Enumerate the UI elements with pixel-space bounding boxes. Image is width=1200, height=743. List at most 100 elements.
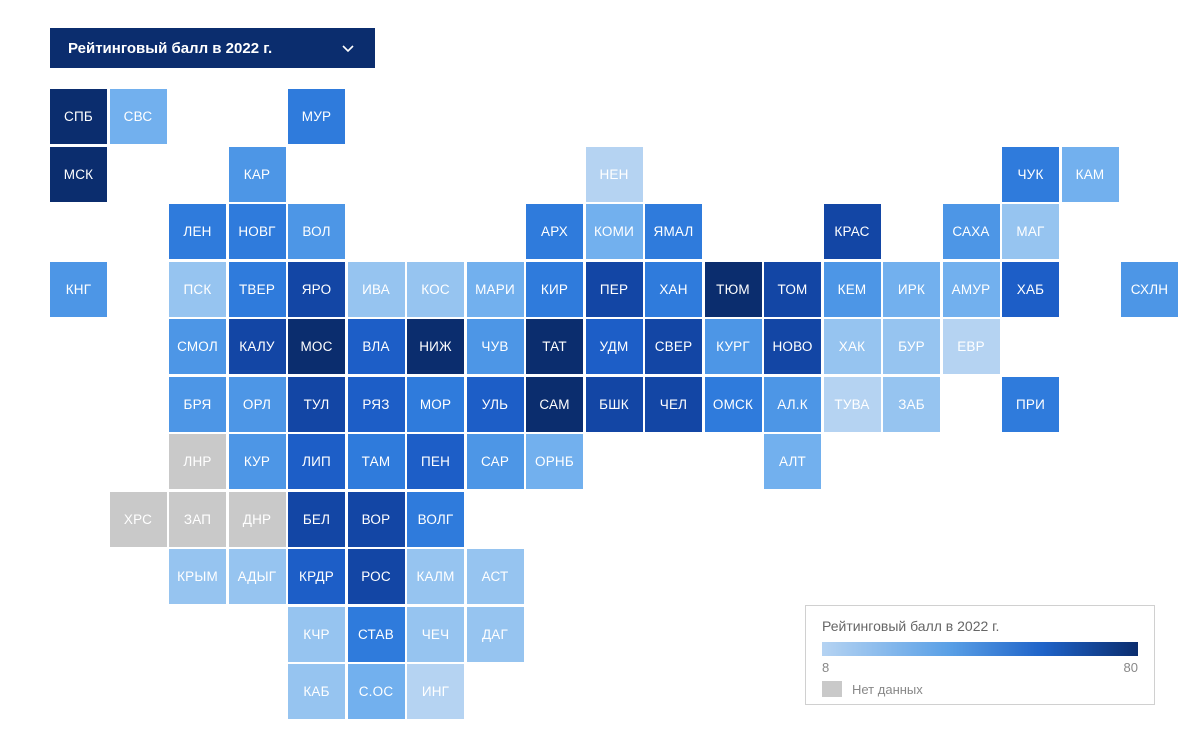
region-cell-МСК[interactable]: МСК	[50, 147, 107, 202]
region-cell-ЯРО[interactable]: ЯРО	[288, 262, 345, 317]
region-cell-НИЖ[interactable]: НИЖ	[407, 319, 464, 374]
region-cell-БУР[interactable]: БУР	[883, 319, 940, 374]
region-cell-СХЛН[interactable]: СХЛН	[1121, 262, 1178, 317]
region-cell-АДЫГ[interactable]: АДЫГ	[229, 549, 286, 604]
region-cell-ЧЕЧ[interactable]: ЧЕЧ	[407, 607, 464, 662]
region-cell-ЗАБ[interactable]: ЗАБ	[883, 377, 940, 432]
region-cell-КЧР[interactable]: КЧР	[288, 607, 345, 662]
region-cell-ТЮМ[interactable]: ТЮМ	[705, 262, 762, 317]
region-cell-КОС[interactable]: КОС	[407, 262, 464, 317]
region-cell-АЛ.К[interactable]: АЛ.К	[764, 377, 821, 432]
region-cell-ЧУВ[interactable]: ЧУВ	[467, 319, 524, 374]
legend-max: 80	[1124, 660, 1138, 675]
region-cell-ЧУК[interactable]: ЧУК	[1002, 147, 1059, 202]
chevron-down-icon	[339, 39, 357, 57]
region-cell-РЯЗ[interactable]: РЯЗ	[348, 377, 405, 432]
region-cell-КАМ[interactable]: КАМ	[1062, 147, 1119, 202]
region-cell-КУРГ[interactable]: КУРГ	[705, 319, 762, 374]
region-cell-ЯМАЛ[interactable]: ЯМАЛ	[645, 204, 702, 259]
region-cell-ХАБ[interactable]: ХАБ	[1002, 262, 1059, 317]
region-cell-ХАК[interactable]: ХАК	[824, 319, 881, 374]
map-canvas: Рейтинговый балл в 2022 г. СПБСВС МУР МСК К…	[0, 0, 1200, 743]
region-cell-УДМ[interactable]: УДМ	[586, 319, 643, 374]
legend-nodata: Нет данных	[822, 681, 1138, 697]
region-cell-ТАТ[interactable]: ТАТ	[526, 319, 583, 374]
metric-dropdown[interactable]: Рейтинговый балл в 2022 г.	[50, 28, 375, 68]
region-cell-ТУЛ[interactable]: ТУЛ	[288, 377, 345, 432]
region-cell-ЛЕН[interactable]: ЛЕН	[169, 204, 226, 259]
region-cell-МАГ[interactable]: МАГ	[1002, 204, 1059, 259]
region-cell-КЕМ[interactable]: КЕМ	[824, 262, 881, 317]
region-cell-КАЛМ[interactable]: КАЛМ	[407, 549, 464, 604]
region-cell-ЗАП[interactable]: ЗАП	[169, 492, 226, 547]
region-cell-ОРЛ[interactable]: ОРЛ	[229, 377, 286, 432]
region-cell-КОМИ[interactable]: КОМИ	[586, 204, 643, 259]
region-cell-ОМСК[interactable]: ОМСК	[705, 377, 762, 432]
region-cell-СМОЛ[interactable]: СМОЛ	[169, 319, 226, 374]
region-cell-ХРС[interactable]: ХРС	[110, 492, 167, 547]
region-cell-САМ[interactable]: САМ	[526, 377, 583, 432]
region-cell-НОВГ[interactable]: НОВГ	[229, 204, 286, 259]
region-cell-АСТ[interactable]: АСТ	[467, 549, 524, 604]
region-cell-ЕВР[interactable]: ЕВР	[943, 319, 1000, 374]
region-cell-БШК[interactable]: БШК	[586, 377, 643, 432]
region-cell-ИНГ[interactable]: ИНГ	[407, 664, 464, 719]
region-cell-КАЛУ[interactable]: КАЛУ	[229, 319, 286, 374]
region-cell-ДАГ[interactable]: ДАГ	[467, 607, 524, 662]
legend-ticks: 8 80	[822, 660, 1138, 675]
region-cell-БЕЛ[interactable]: БЕЛ	[288, 492, 345, 547]
region-cell-АЛТ[interactable]: АЛТ	[764, 434, 821, 489]
region-cell-ЛНР[interactable]: ЛНР	[169, 434, 226, 489]
region-cell-КАР[interactable]: КАР	[229, 147, 286, 202]
region-cell-ТВЕР[interactable]: ТВЕР	[229, 262, 286, 317]
region-cell-ДНР[interactable]: ДНР	[229, 492, 286, 547]
region-cell-НЕН[interactable]: НЕН	[586, 147, 643, 202]
nodata-swatch	[822, 681, 842, 697]
nodata-label: Нет данных	[852, 682, 923, 697]
region-cell-ВЛА[interactable]: ВЛА	[348, 319, 405, 374]
region-cell-ПСК[interactable]: ПСК	[169, 262, 226, 317]
region-cell-КИР[interactable]: КИР	[526, 262, 583, 317]
region-cell-ПЕР[interactable]: ПЕР	[586, 262, 643, 317]
region-cell-ТАМ[interactable]: ТАМ	[348, 434, 405, 489]
region-cell-КРЫМ[interactable]: КРЫМ	[169, 549, 226, 604]
metric-dropdown-label: Рейтинговый балл в 2022 г.	[68, 40, 272, 57]
region-cell-МОР[interactable]: МОР	[407, 377, 464, 432]
region-cell-УЛЬ[interactable]: УЛЬ	[467, 377, 524, 432]
region-cell-СВЕР[interactable]: СВЕР	[645, 319, 702, 374]
region-cell-КУР[interactable]: КУР	[229, 434, 286, 489]
region-cell-ТУВА[interactable]: ТУВА	[824, 377, 881, 432]
region-cell-ОРНБ[interactable]: ОРНБ	[526, 434, 583, 489]
region-cell-ВОЛГ[interactable]: ВОЛГ	[407, 492, 464, 547]
region-cell-КАБ[interactable]: КАБ	[288, 664, 345, 719]
legend-title: Рейтинговый балл в 2022 г.	[822, 618, 1138, 634]
region-cell-ВОЛ[interactable]: ВОЛ	[288, 204, 345, 259]
region-cell-БРЯ[interactable]: БРЯ	[169, 377, 226, 432]
region-cell-НОВО[interactable]: НОВО	[764, 319, 821, 374]
region-cell-СТАВ[interactable]: СТАВ	[348, 607, 405, 662]
region-cell-ИВА[interactable]: ИВА	[348, 262, 405, 317]
region-cell-ПЕН[interactable]: ПЕН	[407, 434, 464, 489]
region-cell-МАРИ[interactable]: МАРИ	[467, 262, 524, 317]
region-cell-ЛИП[interactable]: ЛИП	[288, 434, 345, 489]
region-cell-СВС[interactable]: СВС	[110, 89, 167, 144]
region-cell-С.ОС[interactable]: С.ОС	[348, 664, 405, 719]
region-cell-ЧЕЛ[interactable]: ЧЕЛ	[645, 377, 702, 432]
region-cell-ТОМ[interactable]: ТОМ	[764, 262, 821, 317]
region-cell-САР[interactable]: САР	[467, 434, 524, 489]
region-cell-АРХ[interactable]: АРХ	[526, 204, 583, 259]
region-cell-ИРК[interactable]: ИРК	[883, 262, 940, 317]
region-cell-ПРИ[interactable]: ПРИ	[1002, 377, 1059, 432]
region-cell-МУР[interactable]: МУР	[288, 89, 345, 144]
legend-gradient	[822, 642, 1138, 656]
region-cell-КРАС[interactable]: КРАС	[824, 204, 881, 259]
region-cell-ВОР[interactable]: ВОР	[348, 492, 405, 547]
region-cell-САХА[interactable]: САХА	[943, 204, 1000, 259]
region-cell-СПБ[interactable]: СПБ	[50, 89, 107, 144]
region-cell-АМУР[interactable]: АМУР	[943, 262, 1000, 317]
region-cell-КНГ[interactable]: КНГ	[50, 262, 107, 317]
region-cell-МОС[interactable]: МОС	[288, 319, 345, 374]
region-cell-ХАН[interactable]: ХАН	[645, 262, 702, 317]
region-cell-КРДР[interactable]: КРДР	[288, 549, 345, 604]
region-cell-РОС[interactable]: РОС	[348, 549, 405, 604]
